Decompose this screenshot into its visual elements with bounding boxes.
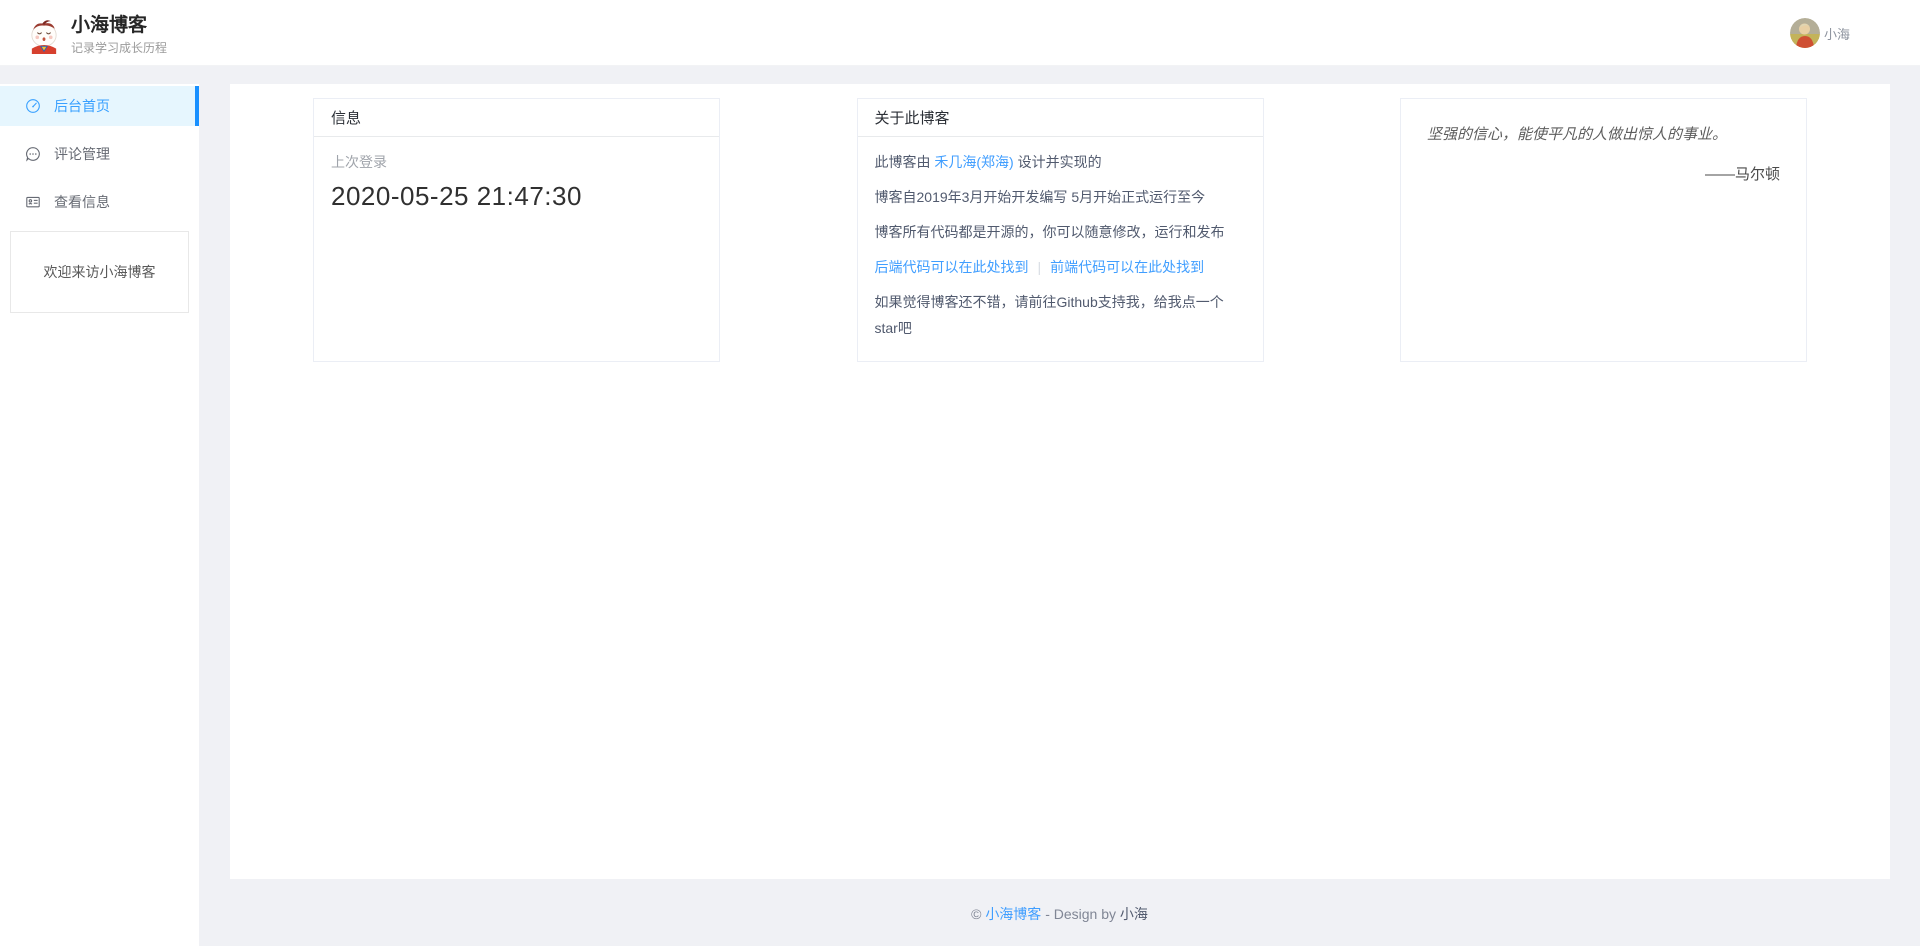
quote-author: ——马尔顿 bbox=[1427, 163, 1780, 184]
sidebar: 后台首页 评论管理 bbox=[0, 84, 199, 946]
about-line-star: 如果觉得博客还不错，请前往Github支持我，给我点一个star吧 bbox=[875, 289, 1246, 341]
site-logo-icon bbox=[26, 18, 62, 54]
site-subtitle: 记录学习成长历程 bbox=[71, 39, 167, 56]
brand[interactable]: 小海博客 记录学习成长历程 bbox=[26, 15, 167, 56]
about-line-history: 博客自2019年3月开始开发编写 5月开始正式运行至今 bbox=[875, 184, 1246, 210]
footer-middle-text: - Design by bbox=[1041, 906, 1120, 922]
footer: © 小海博客 - Design by 小海 bbox=[199, 879, 1920, 946]
id-card-icon bbox=[25, 194, 41, 210]
sidebar-item-label: 查看信息 bbox=[54, 192, 110, 212]
user-name: 小海 bbox=[1824, 24, 1850, 43]
sidebar-item-comments[interactable]: 评论管理 bbox=[0, 134, 199, 174]
sidebar-item-profile[interactable]: 查看信息 bbox=[0, 182, 199, 222]
link-separator: | bbox=[1038, 259, 1042, 275]
info-card: 信息 上次登录 2020-05-25 21:47:30 bbox=[313, 98, 720, 362]
author-link[interactable]: 禾几海(郑海) bbox=[934, 154, 1013, 170]
header: 小海博客 记录学习成长历程 小海 bbox=[0, 0, 1920, 66]
sidebar-item-dashboard[interactable]: 后台首页 bbox=[0, 86, 199, 126]
info-card-header: 信息 bbox=[314, 99, 719, 137]
card-title: 信息 bbox=[331, 107, 361, 128]
about-card: 关于此博客 此博客由 禾几海(郑海) 设计并实现的 博客自2019年3月开始开发… bbox=[857, 98, 1264, 362]
about-card-header: 关于此博客 bbox=[858, 99, 1263, 137]
quote-text: 坚强的信心，能使平凡的人做出惊人的事业。 bbox=[1427, 123, 1780, 147]
welcome-text: 欢迎来访小海博客 bbox=[44, 262, 156, 282]
sidebar-item-label: 评论管理 bbox=[54, 144, 110, 164]
frontend-code-link[interactable]: 前端代码可以在此处找到 bbox=[1050, 259, 1204, 275]
comment-icon bbox=[25, 146, 41, 162]
about-author-suffix: 设计并实现的 bbox=[1014, 154, 1102, 170]
user-menu[interactable]: 小海 bbox=[1790, 0, 1850, 66]
last-login-label: 上次登录 bbox=[331, 149, 702, 175]
about-author-prefix: 此博客由 bbox=[875, 154, 935, 170]
footer-author: 小海 bbox=[1120, 906, 1148, 922]
sidebar-menu: 后台首页 评论管理 bbox=[0, 84, 199, 222]
about-line-code-links: 后端代码可以在此处找到 | 前端代码可以在此处找到 bbox=[875, 254, 1246, 280]
cards-row: 信息 上次登录 2020-05-25 21:47:30 关于此博客 此博客由 禾… bbox=[230, 84, 1890, 362]
main-content: 信息 上次登录 2020-05-25 21:47:30 关于此博客 此博客由 禾… bbox=[230, 84, 1890, 879]
footer-copyright: © bbox=[971, 906, 985, 922]
last-login-time: 2020-05-25 21:47:30 bbox=[331, 181, 702, 212]
backend-code-link[interactable]: 后端代码可以在此处找到 bbox=[875, 259, 1029, 275]
site-title: 小海博客 bbox=[71, 15, 167, 36]
about-line-author: 此博客由 禾几海(郑海) 设计并实现的 bbox=[875, 149, 1246, 175]
footer-site-link[interactable]: 小海博客 bbox=[985, 906, 1041, 922]
sidebar-item-label: 后台首页 bbox=[54, 96, 110, 116]
dashboard-icon bbox=[25, 98, 41, 114]
welcome-box: 欢迎来访小海博客 bbox=[10, 231, 189, 313]
card-title: 关于此博客 bbox=[875, 107, 950, 128]
user-avatar bbox=[1790, 18, 1820, 48]
about-line-opensource: 博客所有代码都是开源的，你可以随意修改，运行和发布 bbox=[875, 219, 1246, 245]
quote-card: 坚强的信心，能使平凡的人做出惊人的事业。 ——马尔顿 bbox=[1400, 98, 1807, 362]
